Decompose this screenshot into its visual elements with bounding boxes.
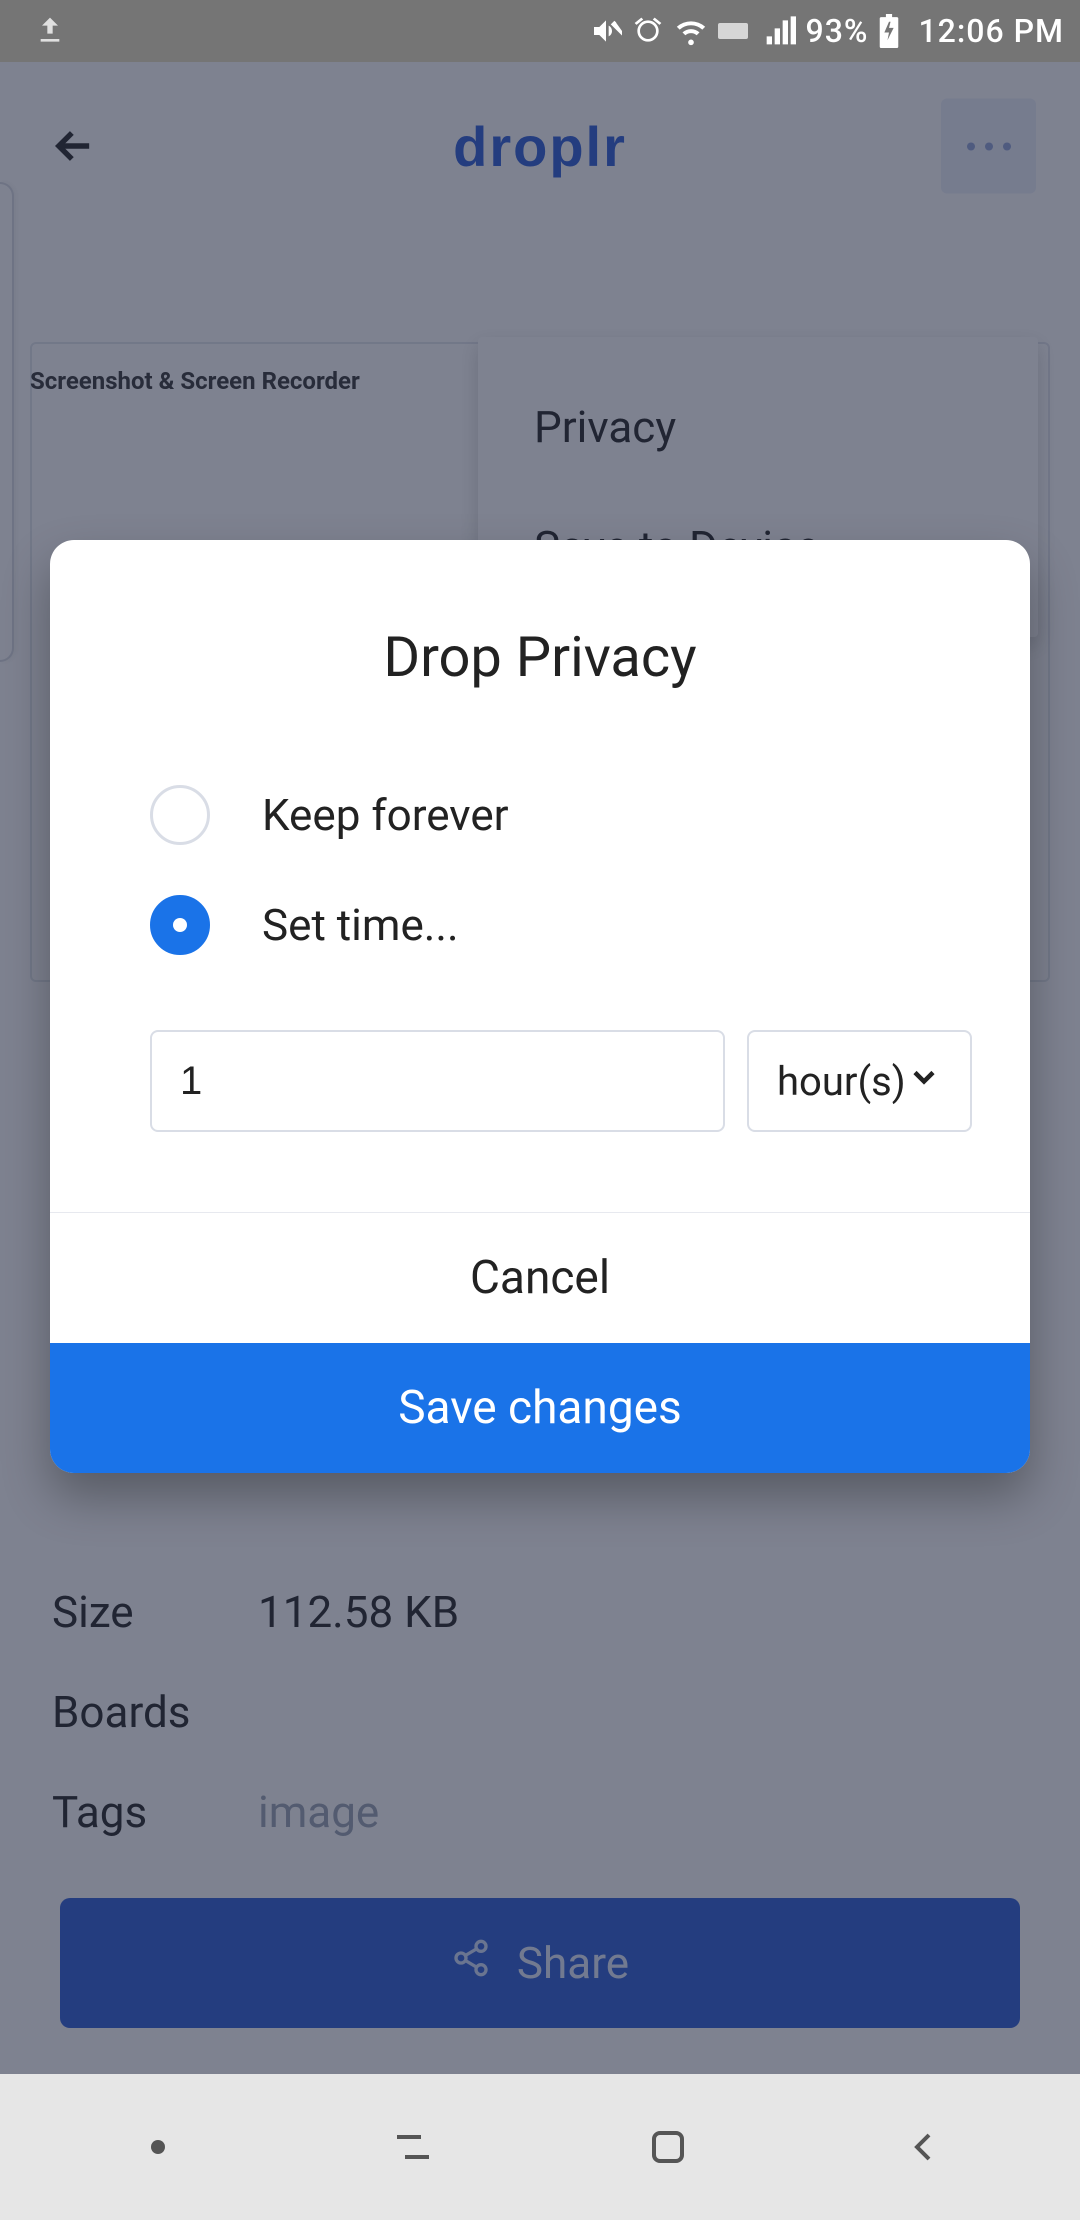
time-amount-input[interactable] [150,1030,725,1132]
radio-label: Set time... [262,899,459,951]
save-changes-button[interactable]: Save changes [50,1343,1030,1473]
modal-title: Drop Privacy [50,540,1030,760]
network-extra-icon [718,17,754,45]
nav-indicator [30,2074,285,2220]
recents-icon [389,2123,437,2171]
radio-icon [150,785,210,845]
back-icon [899,2123,947,2171]
nav-home-button[interactable] [540,2074,795,2220]
drop-privacy-modal: Drop Privacy Keep forever Set time... ho… [50,540,1030,1473]
battery-charging-icon [878,14,900,48]
system-nav-bar [0,2074,1080,2220]
time-unit-value: hour(s) [777,1058,906,1105]
alarm-icon [632,15,664,47]
battery-percent: 93% [806,12,869,50]
status-bar: 93% 12:06 PM [0,0,1080,62]
upload-icon [34,15,66,47]
radio-set-time[interactable]: Set time... [150,870,930,980]
chevron-down-icon [906,1058,942,1105]
cancel-button[interactable]: Cancel [50,1213,1030,1343]
radio-icon [150,895,210,955]
nav-back-button[interactable] [795,2074,1050,2220]
home-icon [644,2123,692,2171]
time-unit-select[interactable]: hour(s) [747,1030,972,1132]
radio-label: Keep forever [262,789,509,841]
radio-keep-forever[interactable]: Keep forever [150,760,930,870]
mute-vibrate-icon [590,15,622,47]
wifi-icon [674,14,708,48]
cell-signal-icon [764,15,796,47]
status-clock: 12:06 PM [918,12,1064,50]
nav-recents-button[interactable] [285,2074,540,2220]
